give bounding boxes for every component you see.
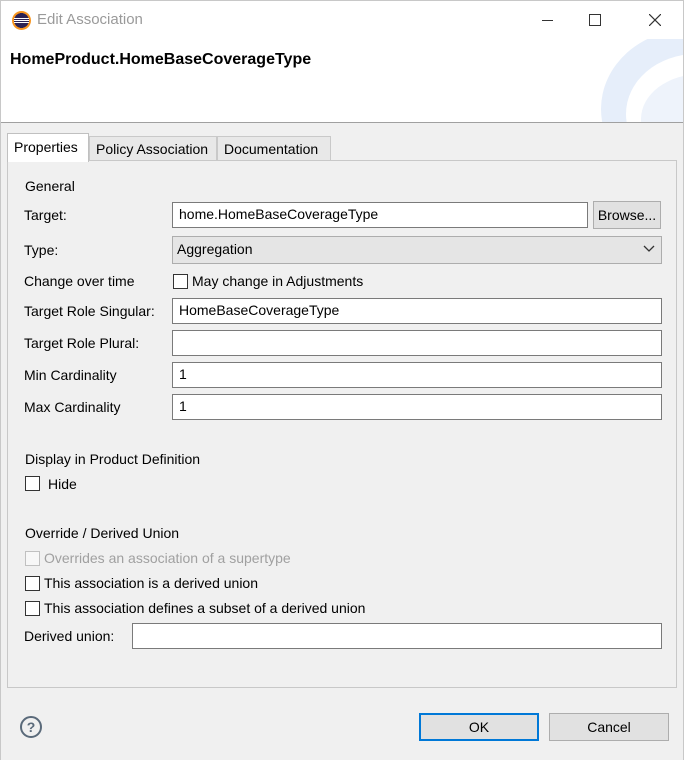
target-role-singular-label: Target Role Singular: [24, 303, 155, 319]
close-button[interactable] [632, 1, 678, 39]
display-heading: Display in Product Definition [25, 451, 201, 467]
help-icon[interactable]: ? [20, 716, 42, 738]
maximize-icon [589, 14, 601, 26]
tab-policy-association[interactable]: Policy Association [89, 136, 217, 161]
may-change-checkbox[interactable] [173, 274, 188, 289]
min-cardinality-label: Min Cardinality [24, 367, 117, 383]
minimize-icon [541, 19, 553, 21]
type-label: Type: [24, 242, 59, 258]
banner-title: HomeProduct.HomeBaseCoverageType [10, 51, 312, 68]
dialog-banner: HomeProduct.HomeBaseCoverageType [1, 39, 683, 123]
eclipse-app-icon [12, 11, 31, 30]
overrides-checkbox [25, 551, 40, 566]
tab-properties[interactable]: Properties [7, 133, 89, 162]
target-role-plural-input[interactable] [172, 330, 662, 356]
banner-decoration [601, 39, 683, 122]
ok-button[interactable]: OK [419, 713, 539, 741]
derived-union-input[interactable] [132, 623, 662, 649]
max-cardinality-input[interactable]: 1 [172, 394, 662, 420]
derived-union-checkbox-label: This association is a derived union [44, 575, 259, 591]
cancel-button[interactable]: Cancel [549, 713, 669, 741]
maximize-button[interactable] [572, 1, 618, 39]
type-select-value: Aggregation [177, 241, 253, 257]
type-select[interactable]: Aggregation [172, 236, 662, 264]
may-change-checkbox-label: May change in Adjustments [192, 273, 364, 289]
change-over-time-label: Change over time [24, 273, 135, 289]
hide-checkbox-label: Hide [48, 476, 77, 492]
derived-union-checkbox[interactable] [25, 576, 40, 591]
chevron-down-icon [643, 245, 655, 252]
hide-checkbox[interactable] [25, 476, 40, 491]
target-role-plural-label: Target Role Plural: [24, 335, 140, 351]
subset-derived-union-checkbox-label: This association defines a subset of a d… [44, 600, 366, 616]
title-bar: Edit Association [1, 1, 683, 39]
general-heading: General [25, 178, 75, 194]
target-input[interactable]: home.HomeBaseCoverageType [172, 202, 588, 228]
window-title: Edit Association [37, 11, 143, 28]
derived-union-field-label: Derived union: [24, 628, 115, 644]
target-label: Target: [24, 207, 67, 223]
tab-strip: Properties Policy Association Documentat… [7, 133, 677, 162]
minimize-button[interactable] [524, 1, 570, 39]
override-heading: Override / Derived Union [25, 525, 180, 541]
target-role-singular-input[interactable]: HomeBaseCoverageType [172, 298, 662, 324]
subset-derived-union-checkbox[interactable] [25, 601, 40, 616]
browse-button[interactable]: Browse... [593, 201, 661, 229]
close-icon [649, 14, 661, 26]
min-cardinality-input[interactable]: 1 [172, 362, 662, 388]
dialog-window: Edit Association HomeProduct.HomeBaseCov… [0, 0, 684, 760]
overrides-checkbox-label: Overrides an association of a supertype [44, 550, 291, 566]
max-cardinality-label: Max Cardinality [24, 399, 121, 415]
tab-documentation[interactable]: Documentation [217, 136, 331, 161]
